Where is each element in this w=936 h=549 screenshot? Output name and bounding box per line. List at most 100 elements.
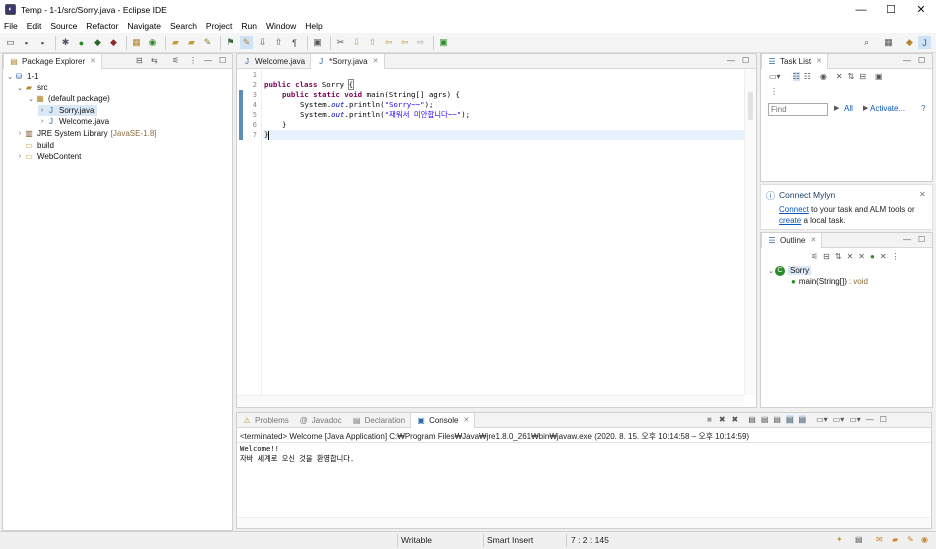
tab-welcome-java[interactable]: J Welcome.java: [237, 54, 310, 69]
forward-icon[interactable]: ⇨: [414, 36, 427, 49]
tab-javadoc[interactable]: @ Javadoc: [294, 413, 347, 428]
notification-icon[interactable]: ◉: [921, 535, 928, 544]
chevron-down-icon[interactable]: ⌄: [6, 73, 14, 81]
tree-item-jre[interactable]: › ▥ JRE System Library [JavaSE-1.8]: [16, 128, 157, 139]
perspective-icon[interactable]: ▦: [882, 36, 895, 49]
save-icon[interactable]: ▪: [20, 36, 33, 49]
hide-fields-icon[interactable]: ✕: [847, 252, 854, 261]
menu-file[interactable]: File: [4, 21, 18, 31]
edit-icon[interactable]: ✎: [907, 535, 914, 544]
save-all-icon[interactable]: ▪: [36, 36, 49, 49]
connect-link[interactable]: Connect: [779, 205, 809, 214]
minimize-view-icon[interactable]: —: [204, 56, 212, 65]
view-menu-icon[interactable]: ⋮: [892, 252, 900, 261]
menu-help[interactable]: Help: [305, 21, 322, 31]
server-icon[interactable]: ▰: [892, 535, 898, 544]
menu-project[interactable]: Project: [206, 21, 232, 31]
run-icon[interactable]: ●: [75, 36, 88, 49]
toggle-mark-icon[interactable]: ⚑: [224, 36, 237, 49]
new-java-package-icon[interactable]: ▦: [130, 36, 143, 49]
collapse-icon[interactable]: ⊟: [823, 252, 830, 261]
tip-icon[interactable]: ✦: [836, 535, 843, 544]
minimize-view-icon[interactable]: —: [903, 56, 911, 65]
chevron-down-icon[interactable]: ⌄: [767, 267, 775, 275]
show-whitespace-icon[interactable]: ¶: [288, 36, 301, 49]
outline-item-method[interactable]: ● main(String[]) : void: [791, 276, 868, 287]
chevron-right-icon[interactable]: ›: [38, 107, 46, 114]
new-java-class-icon[interactable]: ◉: [146, 36, 159, 49]
categorized-icon[interactable]: ☷: [792, 72, 800, 81]
terminal-icon[interactable]: ▣: [311, 36, 324, 49]
activate-link[interactable]: Activate...: [870, 104, 905, 113]
pin-console-icon[interactable]: ▭▾: [816, 415, 828, 424]
code-area[interactable]: 1 2 3 4 5 6 7 public class Sorry { publi…: [237, 70, 756, 407]
maximize-view-icon[interactable]: ☐: [742, 56, 749, 65]
search-tool-icon[interactable]: ✎: [201, 36, 214, 49]
link-with-editor-icon[interactable]: ⇆: [151, 56, 158, 65]
hide-nonpublic-icon[interactable]: ●: [870, 252, 875, 261]
tab-problems[interactable]: ⚠ Problems: [237, 413, 294, 428]
menu-run[interactable]: Run: [241, 21, 257, 31]
close-tab-icon[interactable]: ✕: [373, 57, 379, 65]
mail-icon[interactable]: ✉: [876, 535, 883, 544]
console-output[interactable]: Welcome!! 자바 세계로 오신 것을 환영합니다.: [240, 444, 354, 464]
word-wrap-icon[interactable]: ▤: [773, 415, 781, 424]
menu-source[interactable]: Source: [50, 21, 77, 31]
sync-icon[interactable]: ⚟: [811, 252, 818, 261]
coverage-icon[interactable]: ◆: [91, 36, 104, 49]
all-tasks-link[interactable]: All: [844, 104, 853, 113]
tab-console[interactable]: ▣ Console ✕: [410, 412, 476, 428]
tab-package-explorer[interactable]: ▤ Package Explorer ✕: [3, 53, 103, 69]
next-edit-icon[interactable]: ⇩: [350, 36, 363, 49]
open-type-icon[interactable]: ▰: [169, 36, 182, 49]
mylyn-icon[interactable]: ▤: [855, 535, 863, 544]
highlight-icon[interactable]: ✎: [240, 36, 253, 49]
menu-refactor[interactable]: Refactor: [86, 21, 118, 31]
chevron-down-icon[interactable]: ⌄: [16, 84, 24, 92]
focus-icon[interactable]: ◉: [820, 72, 827, 81]
remove-all-icon[interactable]: ✖: [732, 415, 739, 424]
debug-icon[interactable]: ✱: [59, 36, 72, 49]
prev-annotation-icon[interactable]: ⇩: [256, 36, 269, 49]
hide-static-icon[interactable]: ✕: [858, 252, 865, 261]
collapse-icon[interactable]: ⊟: [859, 72, 866, 81]
maximize-view-icon[interactable]: ☐: [219, 56, 226, 65]
horizontal-scrollbar[interactable]: [237, 395, 744, 407]
close-icon[interactable]: ✕: [919, 190, 926, 199]
next-annotation-icon[interactable]: ⇧: [272, 36, 285, 49]
open-console-icon[interactable]: ▭▾: [849, 415, 861, 424]
search-icon[interactable]: ⌕: [860, 36, 873, 49]
tab-task-list[interactable]: ☰ Task List ✕: [761, 53, 828, 69]
tree-item-build[interactable]: ▭ build: [24, 140, 54, 151]
clear-console-icon[interactable]: ▤: [748, 415, 756, 424]
horizontal-scrollbar[interactable]: [237, 517, 931, 528]
close-tab-icon[interactable]: ✕: [463, 416, 469, 424]
tree-item-project[interactable]: ⌄ ⛁ 1-1: [6, 71, 39, 82]
close-button[interactable]: ✕: [905, 0, 936, 19]
scroll-lock-icon[interactable]: ▤: [761, 415, 769, 424]
sync-icon[interactable]: ⇅: [848, 72, 855, 81]
close-tab-icon[interactable]: ✕: [816, 57, 822, 65]
scroll-thumb[interactable]: [748, 92, 753, 120]
open-perspective-icon[interactable]: ▣: [437, 36, 450, 49]
chevron-down-icon[interactable]: ⌄: [27, 95, 35, 103]
maximize-view-icon[interactable]: ☐: [880, 415, 887, 424]
play-icon[interactable]: ▶: [834, 104, 839, 112]
display-console-icon[interactable]: ▭▾: [833, 415, 845, 424]
minimize-view-icon[interactable]: —: [866, 415, 874, 424]
maximize-view-icon[interactable]: ☐: [918, 235, 925, 244]
back-dropdown-icon[interactable]: ⇦: [398, 36, 411, 49]
tree-item-src[interactable]: ⌄ ▰ src: [16, 82, 48, 93]
scheduled-icon[interactable]: ☷: [804, 72, 811, 81]
remove-launch-icon[interactable]: ✖: [719, 415, 726, 424]
play-icon[interactable]: ▶: [863, 104, 868, 112]
presentation-icon[interactable]: ▣: [875, 72, 883, 81]
minimize-button[interactable]: —: [845, 0, 877, 19]
menu-search[interactable]: Search: [170, 21, 197, 31]
help-icon[interactable]: ?: [921, 104, 925, 113]
tab-declaration[interactable]: ▤ Declaration: [347, 413, 410, 428]
menu-navigate[interactable]: Navigate: [127, 21, 161, 31]
minimize-view-icon[interactable]: —: [903, 235, 911, 244]
java-ee-perspective-icon[interactable]: ◆: [903, 36, 916, 49]
hide-completed-icon[interactable]: ✕: [836, 72, 843, 81]
